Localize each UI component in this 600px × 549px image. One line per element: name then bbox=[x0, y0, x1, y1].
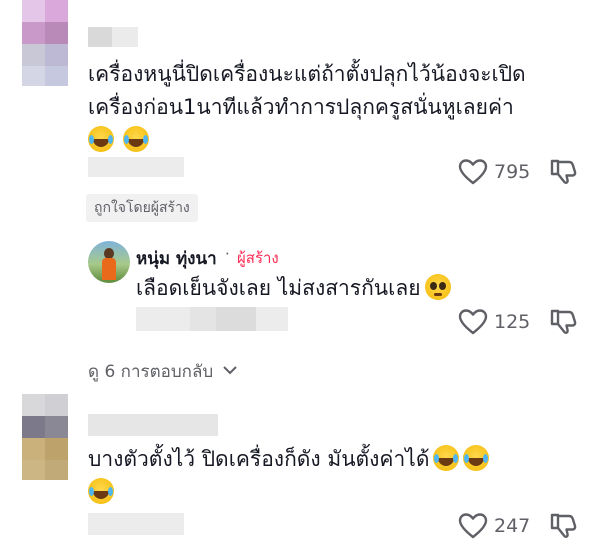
comment-1-line-2: เครื่องก่อน1นาทีแล้วทำการปลุกครูสนั่นหูเ… bbox=[88, 95, 514, 119]
reply-text: เลือดเย็นจังเลย ไม่สงสารกันเลย bbox=[136, 272, 455, 305]
username-blurred[interactable] bbox=[88, 414, 218, 436]
heart-icon[interactable] bbox=[458, 512, 488, 540]
liked-by-creator-badge: ถูกใจโดยผู้สร้าง bbox=[86, 194, 198, 222]
reply-meta-blurred bbox=[136, 307, 190, 331]
view-replies-button[interactable]: ดู 6 การตอบกลับ bbox=[88, 358, 238, 385]
dislike-icon[interactable] bbox=[548, 510, 578, 540]
reply-meta-blurred-part bbox=[190, 307, 216, 331]
comment-1-emoji-row bbox=[88, 126, 153, 152]
comment-3-text-content: บางตัวตั้งไว้ ปิดเครื่องก็ดัง มันตั้งค่า… bbox=[88, 447, 430, 471]
avatar-pixelated[interactable] bbox=[22, 0, 68, 86]
creator-name[interactable]: หนุ่ม ทุ่งนา bbox=[136, 245, 217, 272]
comment-3-like-count: 247 bbox=[494, 515, 531, 537]
heart-icon[interactable] bbox=[458, 308, 488, 336]
comment-3-emoji-row bbox=[88, 478, 118, 504]
face-with-tears-of-joy-icon bbox=[123, 126, 150, 152]
dislike-icon[interactable] bbox=[548, 156, 578, 186]
creator-label: ผู้สร้าง bbox=[237, 249, 279, 267]
username-blurred-part bbox=[112, 27, 138, 47]
reply-meta-blurred-part bbox=[216, 307, 256, 331]
heart-icon[interactable] bbox=[458, 158, 488, 186]
view-replies-label: ดู 6 การตอบกลับ bbox=[88, 362, 214, 382]
face-with-tears-of-joy-icon bbox=[88, 126, 114, 152]
face-with-tears-of-joy-icon bbox=[463, 445, 490, 471]
username-blurred[interactable] bbox=[88, 27, 112, 47]
creator-avatar[interactable] bbox=[88, 241, 130, 283]
name-separator: · bbox=[225, 245, 230, 263]
comment-3-text: บางตัวตั้งไว้ ปิดเครื่องก็ดัง มันตั้งค่า… bbox=[88, 443, 493, 476]
reply-meta-blurred-part bbox=[256, 307, 288, 331]
face-with-tears-of-joy-icon bbox=[88, 478, 114, 504]
reply-like-count: 125 bbox=[494, 311, 531, 333]
comment-1-meta-blurred bbox=[88, 157, 184, 177]
dislike-icon[interactable] bbox=[548, 306, 578, 336]
reply-text-content: เลือดเย็นจังเลย ไม่สงสารกันเลย bbox=[136, 276, 421, 300]
comment-1-line-1: เครื่องหนูนี่ปิดเครื่องนะแต่ถ้าตั้งปลุกไ… bbox=[88, 62, 526, 86]
avatar-pixelated[interactable] bbox=[22, 394, 68, 480]
comment-3-meta-blurred bbox=[88, 513, 184, 535]
comment-1-like-count: 795 bbox=[494, 161, 531, 183]
face-with-tears-of-joy-icon bbox=[433, 445, 460, 471]
pleading-face-icon bbox=[424, 274, 451, 300]
chevron-down-icon bbox=[222, 366, 237, 375]
